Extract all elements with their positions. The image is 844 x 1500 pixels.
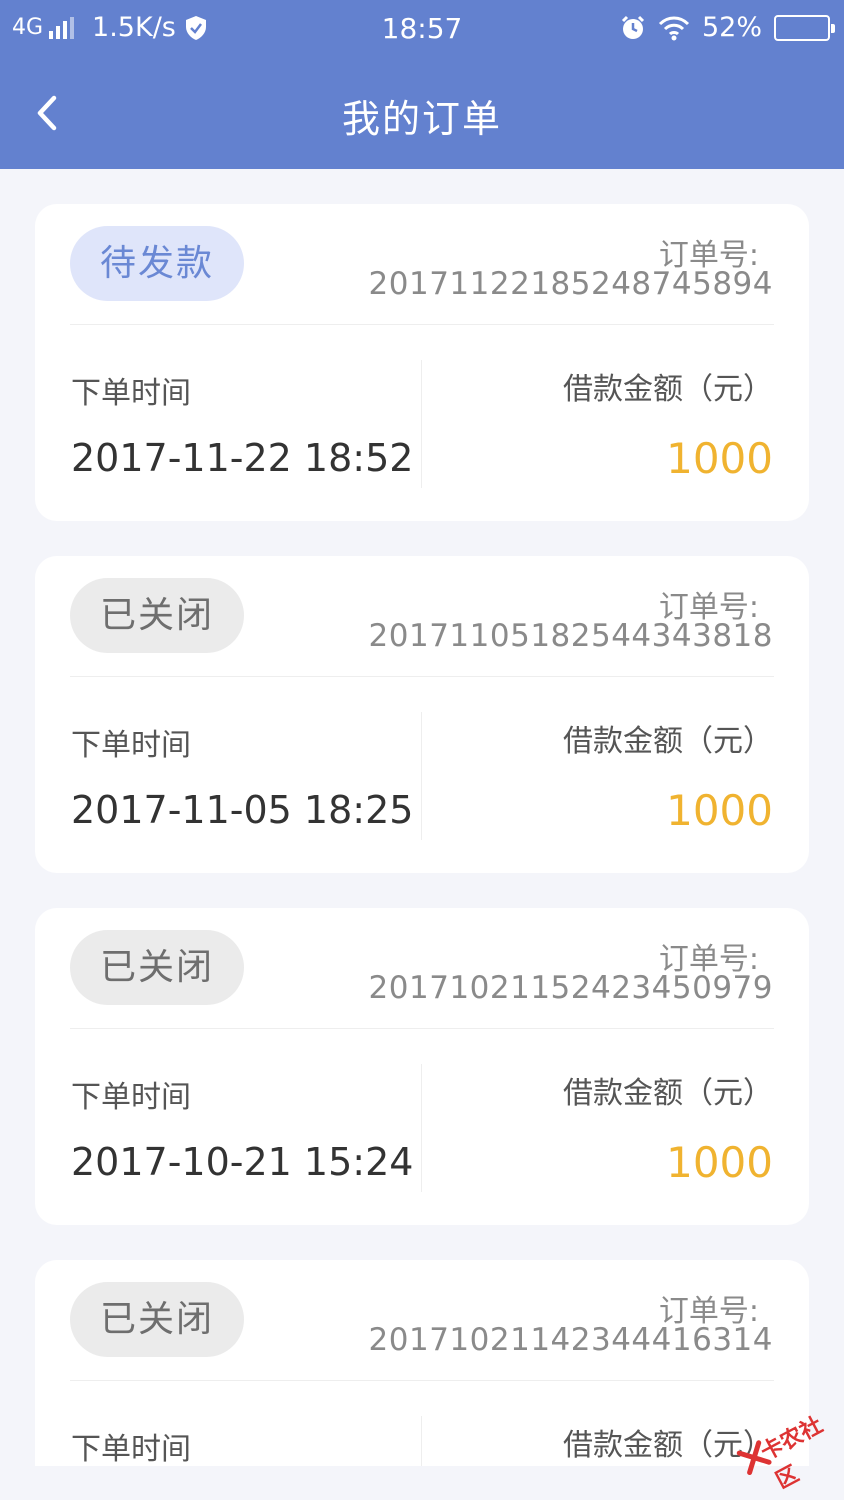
order-number: 20171021142344416314 <box>368 1322 773 1358</box>
divider <box>70 1028 774 1029</box>
order-card[interactable]: 已关闭 订单号: 20171021152423450979 下单时间 2017-… <box>35 908 809 1225</box>
order-time: 2017-11-05 18:25 <box>71 788 414 832</box>
order-time-label: 下单时间 <box>71 1432 191 1466</box>
nav-bar: 我的订单 <box>0 76 844 152</box>
battery-level: 52% <box>701 12 762 43</box>
order-card[interactable]: 待发款 订单号: 201711221852487458​94 下单时间 2017… <box>35 204 809 521</box>
status-right: 52% <box>620 12 835 43</box>
loan-amount: 1000 <box>666 434 773 483</box>
order-time-label: 下单时间 <box>71 1080 191 1115</box>
divider <box>70 1380 774 1381</box>
status-badge: 已关闭 <box>70 930 244 1005</box>
order-time: 2017-11-22 18:52 <box>71 436 414 480</box>
order-card[interactable]: 已关闭 订单号: 20171021142344416314 下单时间 借款金额（… <box>35 1260 809 1466</box>
divider <box>70 676 774 677</box>
loan-amount-label: 借款金额（元） <box>563 372 773 407</box>
status-bar: 4G 1.5K/s 18:57 52% <box>0 0 844 58</box>
status-badge: 待发款 <box>70 226 244 301</box>
divider <box>421 360 422 488</box>
status-badge: 已关闭 <box>70 578 244 653</box>
loan-amount: 1000 <box>666 1138 773 1187</box>
loan-amount-label: 借款金额（元） <box>563 1076 773 1111</box>
watermark-text: 卡农社区 <box>756 1412 827 1495</box>
loan-amount: 1000 <box>666 786 773 835</box>
order-number: 20171021152423450979 <box>368 970 773 1006</box>
divider <box>421 712 422 840</box>
divider <box>70 324 774 325</box>
page-title: 我的订单 <box>341 97 502 141</box>
order-time-label: 下单时间 <box>71 376 191 411</box>
order-time: 2017-10-21 15:24 <box>71 1140 414 1184</box>
divider <box>421 1064 422 1192</box>
wifi-icon <box>658 16 690 40</box>
order-number: 201711221852487458​94 <box>368 266 773 302</box>
status-badge: 已关闭 <box>70 1282 244 1357</box>
alarm-icon <box>621 15 645 39</box>
app-header: 4G 1.5K/s 18:57 52% 我的订单 <box>0 0 844 169</box>
battery-icon <box>774 14 835 41</box>
order-card[interactable]: 已关闭 订单号: 20171105182544343818 下单时间 2017-… <box>35 556 809 873</box>
loan-amount-label: 借款金额（元） <box>563 724 773 759</box>
divider <box>421 1416 422 1466</box>
order-time-label: 下单时间 <box>71 728 191 763</box>
order-number: 20171105182544343818 <box>368 618 773 654</box>
